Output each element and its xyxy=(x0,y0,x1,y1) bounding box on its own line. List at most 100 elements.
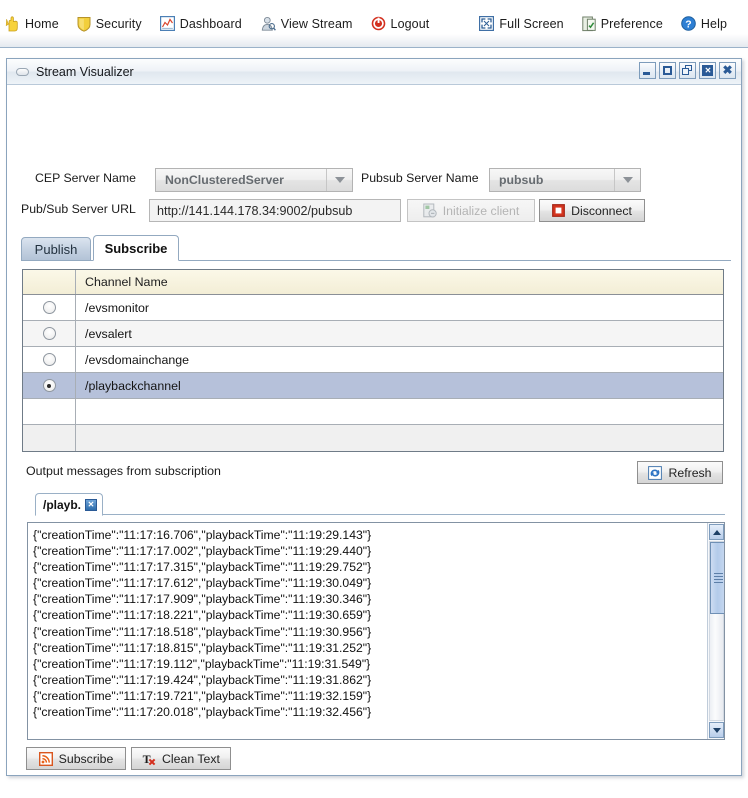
nav-item-full-screen-label: Full Screen xyxy=(499,16,564,31)
scrollbar-track[interactable] xyxy=(709,541,724,721)
cep-server-name-label: CEP Server Name xyxy=(35,171,136,185)
maximize-button[interactable] xyxy=(659,62,676,79)
rss-icon xyxy=(38,751,53,766)
output-message-line: {"creationTime":"11:17:17.612","playback… xyxy=(33,576,372,591)
clean-text-label: Clean Text xyxy=(162,751,220,766)
channel-name: /playbackchannel xyxy=(85,378,181,393)
minimize-button[interactable] xyxy=(639,62,656,79)
vertical-scrollbar[interactable] xyxy=(707,523,724,739)
disconnect-label: Disconnect xyxy=(571,203,632,218)
refresh-icon xyxy=(648,465,663,480)
minimize-icon xyxy=(643,72,650,75)
tab-subscribe[interactable]: Subscribe xyxy=(93,235,179,261)
window-title: Stream Visualizer xyxy=(36,64,134,79)
table-footer-row xyxy=(23,425,723,451)
cep-server-select-value: NonClusteredServer xyxy=(165,173,284,187)
nav-item-view-stream[interactable]: View Stream xyxy=(251,14,362,33)
message-tab-label: /playb. xyxy=(43,497,82,512)
radio-button-selected-icon[interactable] xyxy=(42,379,56,392)
nav-item-home[interactable]: Home xyxy=(0,14,68,34)
initialize-client-button[interactable]: Initialize client xyxy=(407,199,535,222)
table-row[interactable]: /evsalert xyxy=(23,321,723,347)
refresh-button[interactable]: Refresh xyxy=(637,461,723,484)
subscribe-label: Subscribe xyxy=(58,751,114,766)
clean-text-button[interactable]: T Clean Text xyxy=(131,747,231,770)
output-message-line: {"creationTime":"11:17:18.518","playback… xyxy=(33,624,372,639)
nav-secondary-group: Full Screen Preference ? Help xyxy=(470,14,736,34)
scrollbar-thumb[interactable] xyxy=(710,542,724,614)
publish-subscribe-tabs: Publish Subscribe xyxy=(21,233,731,261)
output-message-line: {"creationTime":"11:17:17.909","playback… xyxy=(33,592,372,607)
table-row[interactable]: /evsmonitor xyxy=(23,295,723,321)
channel-name: /evsalert xyxy=(85,326,132,341)
nav-primary-group: Home Security Dashboard View Stream Logo… xyxy=(0,14,438,34)
radio-button-icon[interactable] xyxy=(42,327,56,340)
disconnect-button[interactable]: Disconnect xyxy=(539,199,645,222)
output-message-line: {"creationTime":"11:17:16.706","playback… xyxy=(33,528,372,542)
table-empty-row xyxy=(23,399,723,425)
output-message-line: {"creationTime":"11:17:19.424","playback… xyxy=(33,672,372,687)
table-row[interactable]: /evsdomainchange xyxy=(23,347,723,373)
message-tab-divider xyxy=(35,514,725,515)
close-icon[interactable]: ✕ xyxy=(85,498,98,511)
nav-item-home-label: Home xyxy=(25,16,59,31)
cep-server-select[interactable]: NonClusteredServer xyxy=(155,168,353,192)
pubsub-server-name-label: Pubsub Server Name xyxy=(361,171,479,185)
chevron-down-icon xyxy=(614,169,640,191)
output-message-line: {"creationTime":"11:17:17.315","playback… xyxy=(33,560,372,575)
table-row-selected[interactable]: /playbackchannel xyxy=(23,373,723,399)
output-messages-content: {"creationTime":"11:17:16.706","playback… xyxy=(33,527,704,720)
stop-square-icon xyxy=(552,204,565,217)
output-messages-textarea[interactable]: {"creationTime":"11:17:16.706","playback… xyxy=(27,522,725,740)
nav-item-logout[interactable]: Logout xyxy=(362,14,439,33)
chevron-down-icon xyxy=(326,169,352,191)
channel-table-header-name: Channel Name xyxy=(85,275,168,289)
restore-button[interactable] xyxy=(679,62,696,79)
output-message-line: {"creationTime":"11:17:20.018","playback… xyxy=(33,705,372,720)
close-tab-button[interactable]: ✕ xyxy=(699,62,716,79)
nav-item-security[interactable]: Security xyxy=(68,14,151,34)
nav-item-help[interactable]: ? Help xyxy=(672,14,736,33)
output-message-line: {"creationTime":"11:17:17.002","playback… xyxy=(33,544,372,559)
output-message-line: {"creationTime":"11:17:18.815","playback… xyxy=(33,640,372,655)
channel-name: /evsmonitor xyxy=(85,300,150,315)
output-message-line: {"creationTime":"11:17:19.721","playback… xyxy=(33,688,372,703)
pubsub-server-url-input[interactable] xyxy=(149,199,401,222)
radio-button-icon[interactable] xyxy=(42,301,56,314)
power-icon xyxy=(371,16,386,31)
maximize-icon xyxy=(663,66,672,75)
pubsub-server-select-value: pubsub xyxy=(499,173,544,187)
channel-table-header-select xyxy=(23,270,76,294)
tab-publish[interactable]: Publish xyxy=(21,237,91,261)
channel-radio-cell[interactable] xyxy=(23,295,76,320)
channel-radio-cell[interactable] xyxy=(23,347,76,372)
help-icon: ? xyxy=(681,16,696,31)
channel-radio-cell[interactable] xyxy=(23,373,76,398)
initialize-client-label: Initialize client xyxy=(442,203,520,218)
close-icon: ✖ xyxy=(722,63,733,77)
scroll-down-button[interactable] xyxy=(709,722,724,738)
shield-icon xyxy=(77,16,91,32)
channel-table-header: Channel Name xyxy=(23,270,723,295)
person-search-icon xyxy=(260,16,276,31)
message-tab-playback[interactable]: /playb. ✕ xyxy=(35,493,104,516)
radio-button-icon[interactable] xyxy=(42,353,56,366)
output-message-line: {"creationTime":"11:17:18.221","playback… xyxy=(33,608,372,623)
preference-icon xyxy=(582,16,596,32)
window-menu-icon[interactable] xyxy=(16,67,29,76)
nav-item-preference-label: Preference xyxy=(600,16,663,31)
nav-item-dashboard[interactable]: Dashboard xyxy=(151,14,251,33)
channel-table: Channel Name /evsmonitor /evsalert /evsd… xyxy=(22,269,724,452)
nav-item-preference[interactable]: Preference xyxy=(573,14,672,34)
subscribe-button[interactable]: Subscribe xyxy=(26,747,126,770)
nav-item-full-screen[interactable]: Full Screen xyxy=(470,14,572,33)
stream-visualizer-window: Stream Visualizer ✕ ✖ CEP Server Name No… xyxy=(6,58,742,776)
output-messages-label: Output messages from subscription xyxy=(26,464,221,478)
scroll-up-button[interactable] xyxy=(709,524,724,540)
channel-radio-cell[interactable] xyxy=(23,321,76,346)
top-navigation-bar: Home Security Dashboard View Stream Logo… xyxy=(0,0,748,48)
grip-icon xyxy=(714,573,723,585)
home-icon xyxy=(5,15,20,32)
pubsub-server-select[interactable]: pubsub xyxy=(489,168,641,192)
close-button[interactable]: ✖ xyxy=(719,62,736,79)
